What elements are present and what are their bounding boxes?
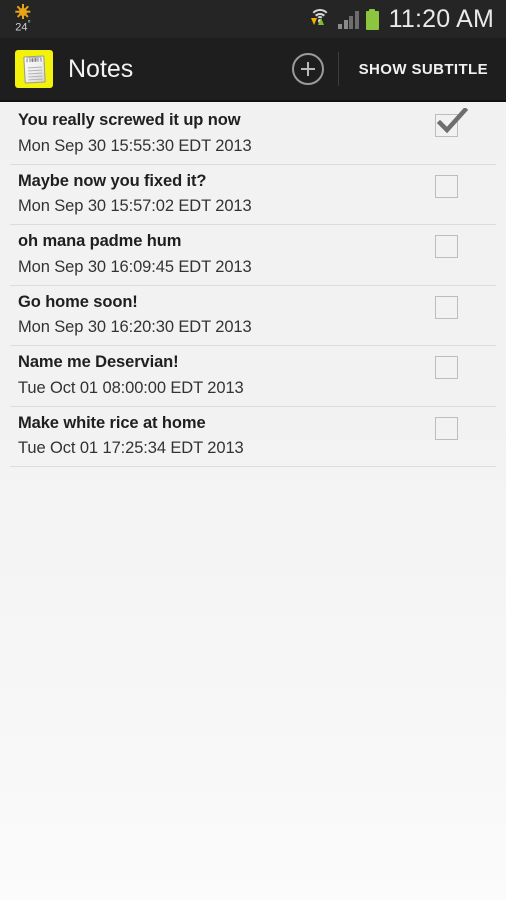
- note-date: Mon Sep 30 15:55:30 EDT 2013: [18, 137, 252, 155]
- note-date: Tue Oct 01 08:00:00 EDT 2013: [18, 379, 244, 397]
- status-bar: 24° 11:20 AM: [0, 0, 506, 38]
- note-checkbox[interactable]: [435, 416, 458, 440]
- sun-icon: [14, 4, 32, 20]
- note-checkbox[interactable]: [435, 356, 458, 379]
- weather-indicator: 24°: [14, 4, 32, 34]
- checkmark-icon: [436, 108, 469, 134]
- note-checkbox-checked[interactable]: [435, 108, 469, 137]
- action-bar: Notes SHOW SUBTITLE: [0, 38, 506, 102]
- weather-temperature: 24°: [15, 20, 30, 34]
- note-title: Make white rice at home: [18, 414, 206, 432]
- note-title: You really screwed it up now: [18, 112, 241, 130]
- action-bar-actions: SHOW SUBTITLE: [280, 38, 506, 100]
- note-title: oh mana padme hum: [18, 233, 182, 251]
- battery-icon: [365, 8, 379, 30]
- note-list-item[interactable]: Name me Deservian! Tue Oct 01 08:00:00 E…: [0, 346, 506, 407]
- app-screen: 24° 11:20 AM Notes SHOW SUBTITLE You rea…: [0, 0, 506, 900]
- action-bar-divider: [337, 52, 339, 86]
- note-title: Name me Deservian!: [18, 354, 179, 372]
- add-note-button[interactable]: [280, 38, 336, 100]
- status-bar-right: 11:20 AM: [309, 5, 506, 34]
- note-checkbox[interactable]: [435, 235, 458, 258]
- note-list-item[interactable]: Go home soon! Mon Sep 30 16:20:30 EDT 20…: [0, 286, 506, 346]
- degree-symbol: °: [27, 19, 31, 29]
- cellular-signal-icon: [338, 10, 359, 29]
- wifi-icon: [309, 9, 331, 29]
- note-list-item[interactable]: You really screwed it up now Mon Sep 30 …: [0, 104, 506, 165]
- note-checkbox[interactable]: [435, 295, 458, 319]
- note-date: Mon Sep 30 16:09:45 EDT 2013: [18, 258, 252, 276]
- data-transfer-arrows-icon: [311, 18, 325, 25]
- note-title: Go home soon!: [18, 293, 138, 311]
- note-date: Mon Sep 30 16:20:30 EDT 2013: [18, 319, 252, 337]
- show-subtitle-button[interactable]: SHOW SUBTITLE: [341, 38, 506, 100]
- note-date: Mon Sep 30 15:57:02 EDT 2013: [18, 198, 252, 216]
- note-date: Tue Oct 01 17:25:34 EDT 2013: [18, 440, 244, 458]
- note-checkbox[interactable]: [435, 174, 458, 198]
- note-title: Maybe now you fixed it?: [18, 172, 207, 190]
- status-bar-clock: 11:20 AM: [388, 4, 494, 33]
- note-list: You really screwed it up now Mon Sep 30 …: [0, 104, 506, 467]
- app-title: Notes: [68, 54, 134, 83]
- note-list-item[interactable]: Make white rice at home Tue Oct 01 17:25…: [0, 407, 506, 467]
- notepad-icon[interactable]: [15, 50, 53, 88]
- temperature-value: 24: [15, 21, 28, 34]
- note-list-item[interactable]: oh mana padme hum Mon Sep 30 16:09:45 ED…: [0, 225, 506, 286]
- note-list-item[interactable]: Maybe now you fixed it? Mon Sep 30 15:57…: [0, 165, 506, 225]
- plus-circle-icon: [291, 53, 324, 85]
- status-bar-left: 24°: [0, 4, 32, 34]
